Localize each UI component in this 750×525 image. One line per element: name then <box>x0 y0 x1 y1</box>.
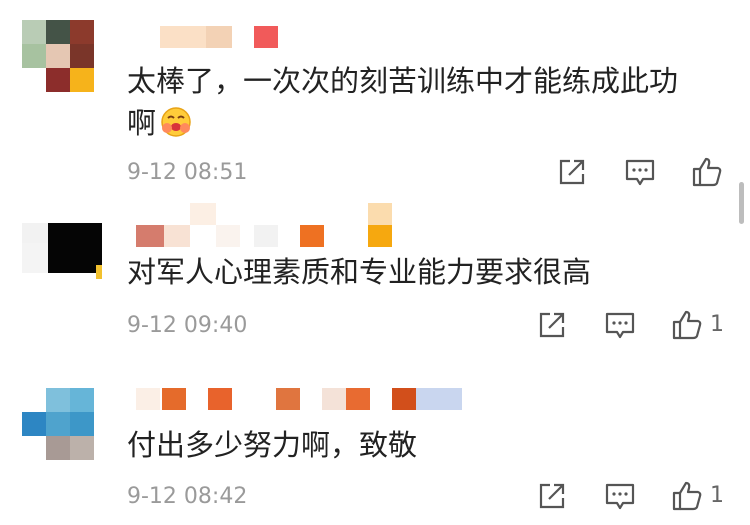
like-button[interactable] <box>690 155 724 189</box>
comment-icon <box>625 159 655 186</box>
avatar[interactable] <box>22 223 102 285</box>
share-icon <box>539 483 565 509</box>
comment-time: 9-12 08:51 <box>127 160 248 185</box>
share-icon <box>559 159 585 185</box>
comment-icon <box>605 312 635 339</box>
comment-text: 付出多少努力啊，致敬 <box>127 428 418 462</box>
share-button[interactable] <box>555 155 589 189</box>
share-button[interactable] <box>535 479 569 513</box>
like-count: 1 <box>710 483 724 508</box>
comment-text: 太棒了，一次次的刻苦训练中才能练成此功 <box>127 64 679 98</box>
share-icon <box>539 312 565 338</box>
username-pixelated[interactable] <box>160 26 280 50</box>
like-button[interactable] <box>670 308 704 342</box>
share-button[interactable] <box>535 308 569 342</box>
blush-hug-emoji-icon <box>160 103 192 137</box>
comment-item-2: 对军人心理素质和专业能力要求很高 9-12 09:40 1 <box>0 185 750 350</box>
reply-button[interactable] <box>603 308 637 342</box>
avatar[interactable] <box>22 388 98 460</box>
thumbs-up-icon <box>672 481 702 511</box>
comment-text: 对军人心理素质和专业能力要求很高 <box>127 255 592 289</box>
username-pixelated[interactable] <box>136 388 466 412</box>
thumbs-up-icon <box>692 157 722 187</box>
username-pixelated[interactable] <box>136 203 396 253</box>
like-button[interactable] <box>670 479 704 513</box>
comment-time: 9-12 09:40 <box>127 313 248 338</box>
thumbs-up-icon <box>672 310 702 340</box>
reply-button[interactable] <box>623 155 657 189</box>
reply-button[interactable] <box>603 479 637 513</box>
avatar[interactable] <box>22 20 98 92</box>
comment-item-3: 付出多少努力啊，致敬 9-12 08:42 1 <box>0 350 750 525</box>
comment-icon <box>605 483 635 510</box>
comment-text-line2: 啊 <box>127 98 192 148</box>
like-count: 1 <box>710 312 724 337</box>
comment-time: 9-12 08:42 <box>127 484 248 509</box>
comment-item-1: 太棒了，一次次的刻苦训练中才能练成此功 啊 9-12 08:51 <box>0 0 750 187</box>
